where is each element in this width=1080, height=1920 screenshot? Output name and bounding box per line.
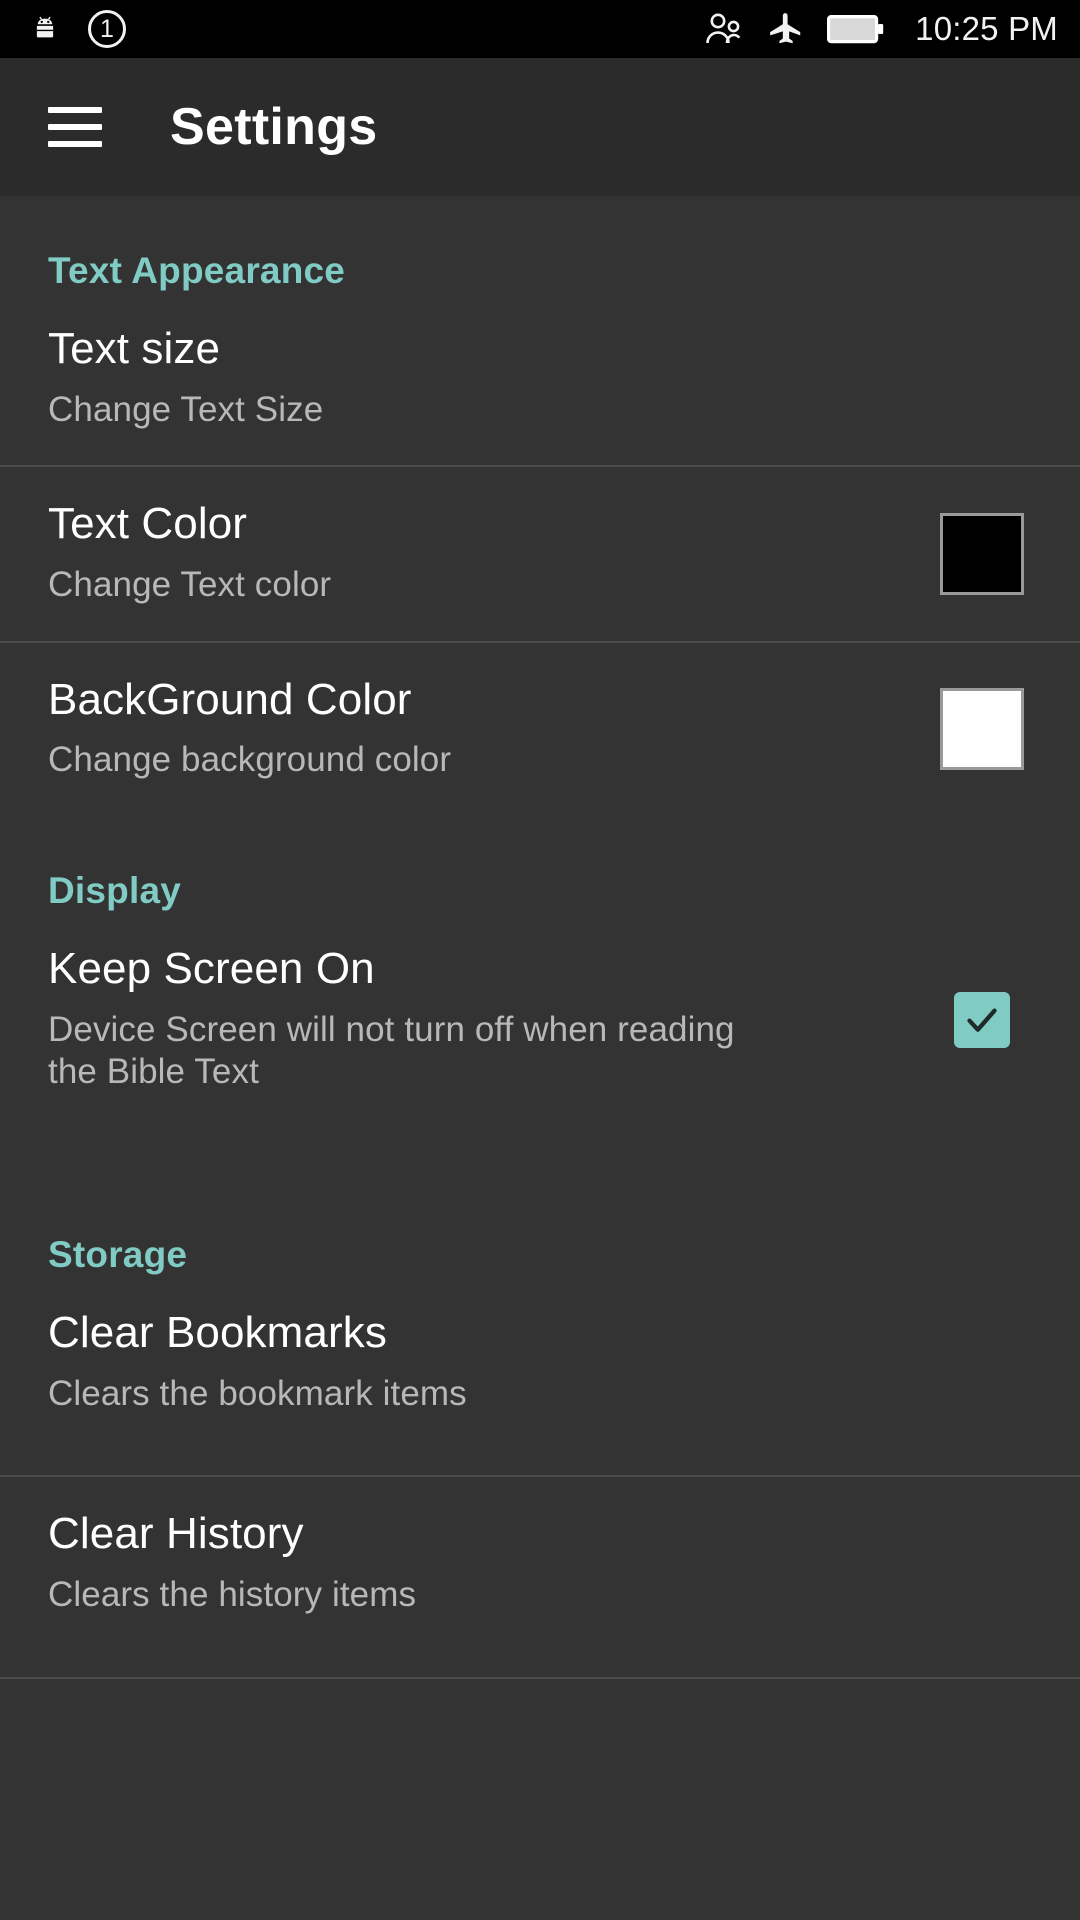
setting-row-text-size[interactable]: Text size Change Text Size xyxy=(0,292,1080,465)
setting-title: Text Color xyxy=(48,499,248,549)
row-accessory xyxy=(932,512,1032,595)
setting-row-background-color[interactable]: BackGround Color Change background color xyxy=(0,643,1080,816)
row-text: Keep Screen On Device Screen will not tu… xyxy=(48,943,932,1094)
hamburger-line xyxy=(48,141,102,147)
battery-full-icon xyxy=(827,13,887,45)
section-header-text-appearance: Text Appearance xyxy=(48,250,346,291)
row-accessory xyxy=(932,991,1032,1048)
setting-subtitle: Clears the history items xyxy=(48,1574,417,1614)
setting-row-text-color[interactable]: Text Color Change Text color xyxy=(0,467,1080,640)
setting-subtitle: Change Text color xyxy=(48,564,332,604)
row-spacer xyxy=(0,1651,1080,1677)
row-accessory xyxy=(932,688,1032,771)
setting-subtitle: Clears the bookmark items xyxy=(48,1373,467,1413)
row-text: BackGround Color Change background color xyxy=(48,674,932,782)
status-bar: 1 10:25 PM xyxy=(0,0,1080,58)
row-text: Clear Bookmarks Clears the bookmark item… xyxy=(48,1307,1032,1415)
setting-row-keep-screen-on[interactable]: Keep Screen On Device Screen will not tu… xyxy=(0,912,1080,1128)
settings-list: Text Appearance Text size Change Text Si… xyxy=(0,196,1080,1920)
row-text: Text Color Change Text color xyxy=(48,501,932,606)
setting-title: Clear History xyxy=(48,1509,304,1559)
section-header-storage: Storage xyxy=(48,1233,188,1275)
setting-subtitle: Change Text Size xyxy=(48,389,324,429)
setting-title: Clear Bookmarks xyxy=(48,1307,387,1357)
row-text: Clear History Clears the history items xyxy=(48,1511,1032,1616)
status-bar-clock: 10:25 PM xyxy=(915,10,1058,47)
setting-subtitle: Change background color xyxy=(48,740,452,780)
airplane-mode-icon xyxy=(765,10,807,48)
setting-title: BackGround Color xyxy=(48,674,412,724)
status-bar-left-icons: 1 xyxy=(30,10,126,48)
hamburger-line xyxy=(48,107,102,113)
app-bar: Settings xyxy=(0,58,1080,196)
setting-title: Keep Screen On xyxy=(48,943,375,993)
setting-row-clear-bookmarks[interactable]: Clear Bookmarks Clears the bookmark item… xyxy=(0,1276,1080,1449)
hamburger-line xyxy=(48,124,102,130)
text-color-swatch[interactable] xyxy=(940,512,1024,595)
hamburger-menu-icon[interactable] xyxy=(48,107,102,147)
setting-title: Text size xyxy=(48,324,221,373)
row-spacer xyxy=(0,1449,1080,1475)
android-debug-icon xyxy=(30,14,60,44)
row-text: Text size Change Text Size xyxy=(48,324,1032,431)
keep-screen-on-checkbox[interactable] xyxy=(954,991,1010,1048)
row-divider xyxy=(0,1676,1080,1679)
notification-count-badge: 1 xyxy=(88,10,126,48)
background-color-swatch[interactable] xyxy=(940,688,1024,771)
users-icon xyxy=(703,10,745,48)
setting-subtitle: Device Screen will not turn off when rea… xyxy=(48,1009,735,1092)
status-bar-right-icons: 10:25 PM xyxy=(703,10,1058,48)
section-header-display: Display xyxy=(48,869,182,911)
page-title: Settings xyxy=(170,98,378,156)
setting-row-clear-history[interactable]: Clear History Clears the history items xyxy=(0,1477,1080,1650)
